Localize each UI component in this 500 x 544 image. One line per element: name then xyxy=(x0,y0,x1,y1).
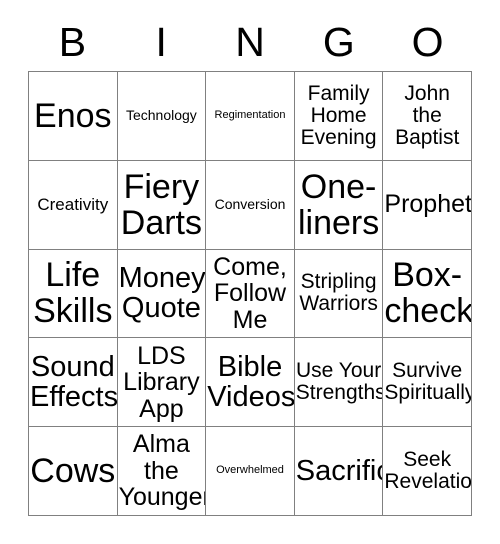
header-letter-o: O xyxy=(411,19,444,65)
bingo-cell[interactable]: Sacrifice xyxy=(294,427,384,516)
bingo-cell-label: Money Quote xyxy=(118,261,206,325)
bingo-cell-label: Fiery Darts xyxy=(120,167,202,242)
bingo-cell[interactable]: Enos xyxy=(29,72,118,161)
bingo-cell[interactable]: Sound Effects xyxy=(29,338,118,428)
bingo-cell-label: Regimentation xyxy=(214,109,286,122)
bingo-cell-label: Conversion xyxy=(214,196,286,213)
bingo-cell[interactable]: Alma the Younger xyxy=(117,427,207,516)
bingo-cell-label: LDS Library App xyxy=(123,341,200,423)
bingo-cell[interactable]: LDS Library App xyxy=(117,338,207,428)
header-letter-g: G xyxy=(322,19,355,65)
bingo-cell-label: Box- check xyxy=(384,256,472,331)
bingo-cell[interactable]: Box- check xyxy=(383,249,472,339)
bingo-cell[interactable]: Life Skills xyxy=(29,249,118,339)
bingo-cell-label: Come, Follow Me xyxy=(213,252,287,334)
bingo-cell[interactable]: Technology xyxy=(117,72,207,161)
bingo-cell-label: Life Skills xyxy=(33,256,113,331)
bingo-cell-label: Seek Revelation xyxy=(384,447,472,494)
bingo-cell-label: Creativity xyxy=(37,194,109,214)
bingo-cell[interactable]: Conversion xyxy=(206,160,295,250)
bingo-cell[interactable]: Come, Follow Me xyxy=(206,249,295,339)
bingo-header-row: B I N G O xyxy=(28,14,472,71)
bingo-cell-label: Bible Videos xyxy=(207,350,295,414)
bingo-cell[interactable]: One- liners xyxy=(294,160,384,250)
bingo-card: B I N G O Enos Technology Regimentation … xyxy=(28,14,472,516)
bingo-cell[interactable]: Creativity xyxy=(29,160,118,250)
bingo-cell-label: Family Home Evening xyxy=(300,81,377,150)
bingo-cell[interactable]: Prophet xyxy=(383,160,472,250)
bingo-cell[interactable]: Survive Spiritually xyxy=(383,338,472,428)
bingo-cell[interactable]: Family Home Evening xyxy=(294,72,384,161)
bingo-cell-label: Overwhelmed xyxy=(216,464,284,477)
bingo-cell-label: Sacrifice xyxy=(295,454,383,487)
bingo-cell-label: Sound Effects xyxy=(30,350,118,414)
bingo-cell-label: Cows xyxy=(30,452,116,491)
bingo-cell-label: Stripling Warriors xyxy=(299,270,378,316)
bingo-cell-label: John the Baptist xyxy=(395,81,460,150)
bingo-cell[interactable]: Fiery Darts xyxy=(117,160,207,250)
bingo-cell[interactable]: Overwhelmed xyxy=(206,427,295,516)
bingo-cell-label: Prophet xyxy=(384,190,472,219)
bingo-cell-label: Enos xyxy=(34,96,112,135)
bingo-cell[interactable]: John the Baptist xyxy=(383,72,472,161)
header-letter-n: N xyxy=(235,19,265,65)
bingo-cell[interactable]: Cows xyxy=(29,427,118,516)
bingo-cell[interactable]: Stripling Warriors xyxy=(294,249,384,339)
bingo-cell-label: Alma the Younger xyxy=(118,430,207,512)
bingo-cell-label: Technology xyxy=(125,107,197,124)
bingo-cell[interactable]: Use Your Strengths xyxy=(294,338,384,428)
bingo-cell[interactable]: Money Quote xyxy=(117,249,207,339)
bingo-cell[interactable]: Regimentation xyxy=(206,72,295,161)
bingo-cell-label: One- liners xyxy=(297,167,380,242)
bingo-cell[interactable]: Seek Revelation xyxy=(383,427,472,516)
header-letter-b: B xyxy=(58,19,87,65)
bingo-cell-label: Survive Spiritually xyxy=(384,359,472,405)
bingo-cell[interactable]: Bible Videos xyxy=(206,338,295,428)
bingo-cell-label: Use Your Strengths xyxy=(295,359,384,405)
bingo-grid: Enos Technology Regimentation Family Hom… xyxy=(28,71,472,516)
header-letter-i: I xyxy=(155,19,167,65)
